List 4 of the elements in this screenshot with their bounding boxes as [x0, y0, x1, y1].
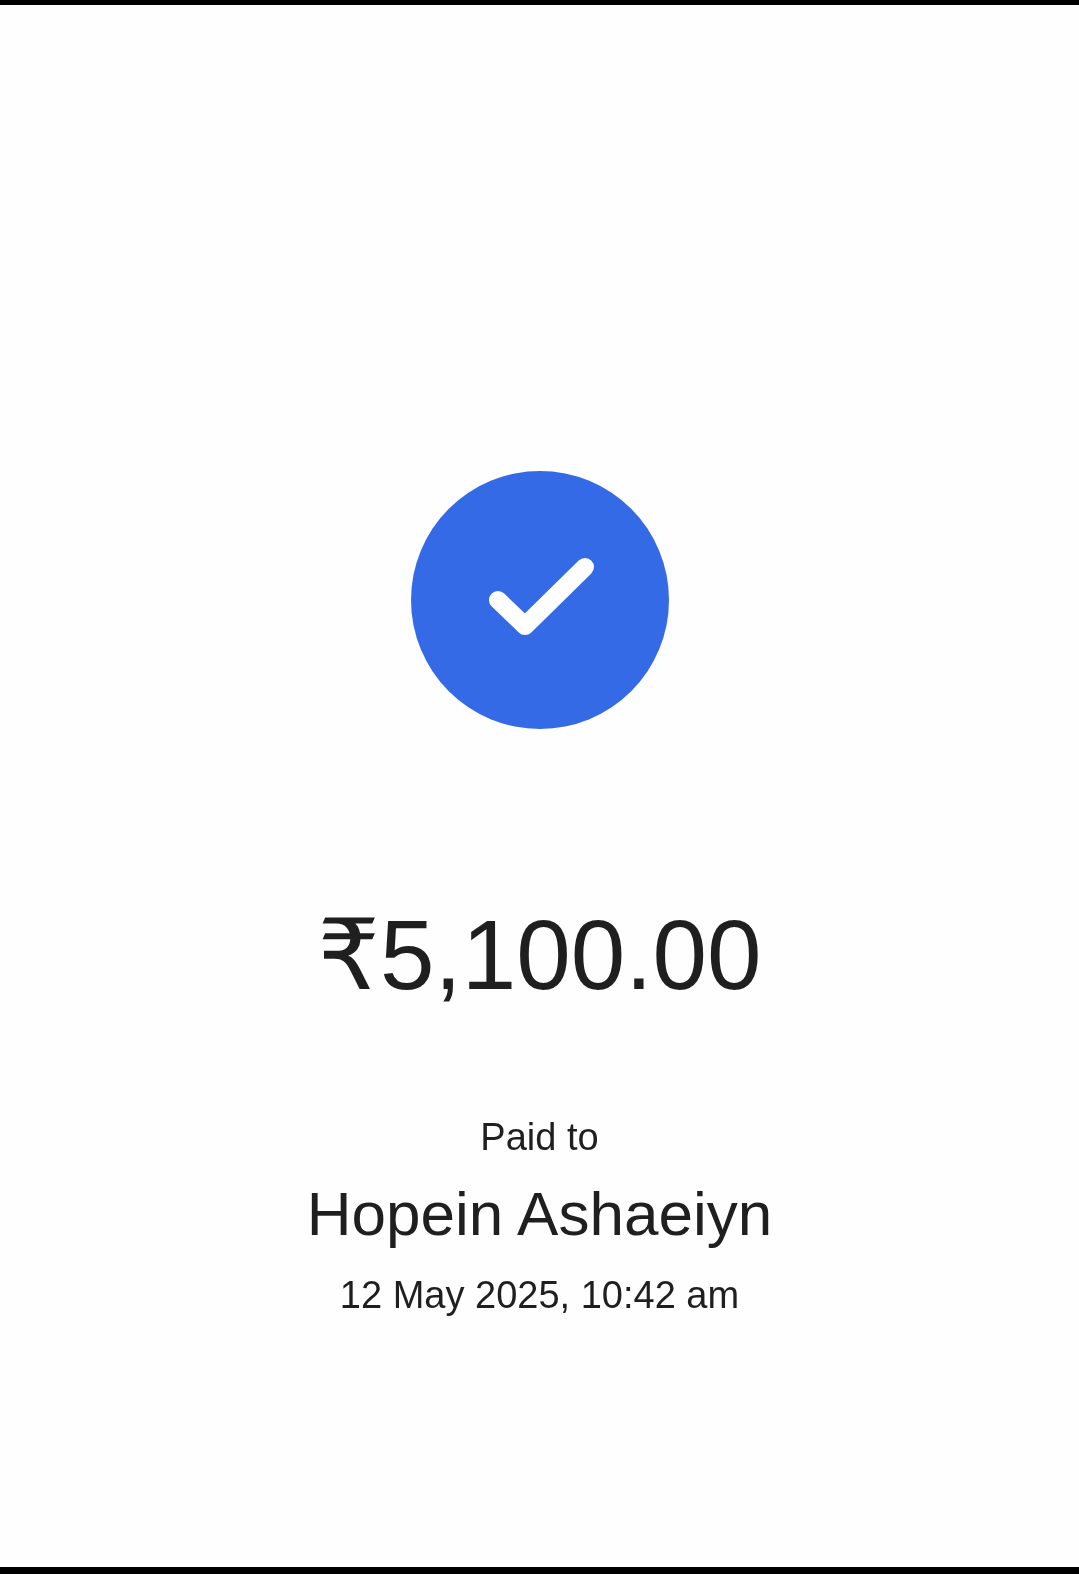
payment-timestamp: 12 May 2025, 10:42 am [339, 1276, 740, 1314]
check-circle-icon [410, 471, 669, 729]
paid-to-label: Paid to [480, 1118, 599, 1156]
payment-amount: ₹5,100.00 [317, 906, 762, 1004]
